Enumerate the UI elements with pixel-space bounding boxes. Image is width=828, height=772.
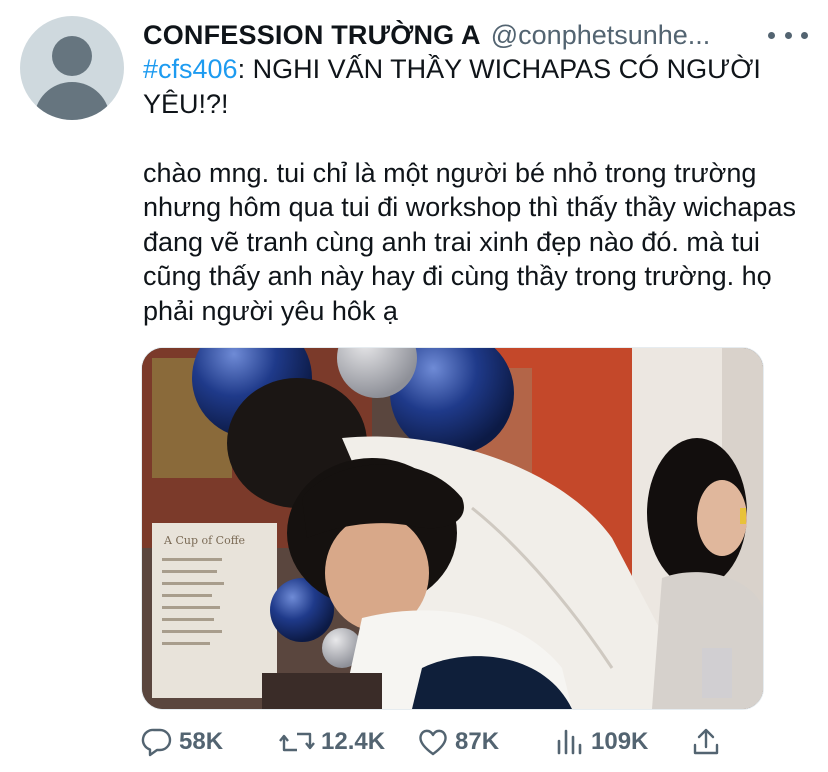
tweet-photo[interactable]: A Cup of Coffe [141, 347, 764, 710]
hashtag-link[interactable]: #cfs406 [143, 54, 238, 84]
more-options-icon[interactable] [768, 22, 808, 48]
retweet-count: 12.4K [321, 728, 386, 755]
retweet-icon [279, 732, 315, 752]
share-icon [693, 728, 719, 755]
views-count: 109K [591, 728, 649, 755]
avatar[interactable] [20, 16, 124, 120]
more-dot [768, 31, 775, 39]
tweet-body: chào mng. tui chỉ là một người bé nhỏ tr… [143, 157, 804, 326]
analytics-icon [557, 729, 582, 755]
more-dot [784, 31, 792, 39]
like-button[interactable]: 87K [417, 727, 499, 757]
tweet-title: : NGHI VẤN THẦY WICHAPAS CÓ NGƯỜI YÊU!?! [143, 54, 768, 119]
tweet-actions: 58K 12.4K 87K 109K [141, 722, 731, 762]
poster-title: A Cup of Coffe [163, 534, 245, 547]
display-name[interactable]: CONFESSION TRƯỜNG A [143, 18, 481, 52]
heart-icon [419, 729, 447, 756]
share-button[interactable] [691, 727, 727, 757]
views-button[interactable]: 109K [555, 727, 648, 757]
photo-illustration: A Cup of Coffe [142, 348, 763, 709]
coffee-menu-poster [152, 523, 277, 698]
reply-button[interactable]: 58K [141, 727, 223, 757]
reply-icon [141, 728, 172, 757]
avatar-head-shape [52, 36, 92, 76]
retweet-button[interactable]: 12.4K [279, 727, 385, 757]
more-dot [801, 31, 808, 39]
avatar-body-shape [34, 82, 110, 120]
tweet-text: #cfs406: NGHI VẤN THẦY WICHAPAS CÓ NGƯỜI… [143, 52, 803, 328]
account-handle[interactable]: @conphetsunhe... [491, 18, 711, 52]
tweet-header: CONFESSION TRƯỜNG A @conphetsunhe... [143, 18, 763, 52]
reply-count: 58K [179, 728, 224, 755]
like-count: 87K [455, 728, 500, 755]
